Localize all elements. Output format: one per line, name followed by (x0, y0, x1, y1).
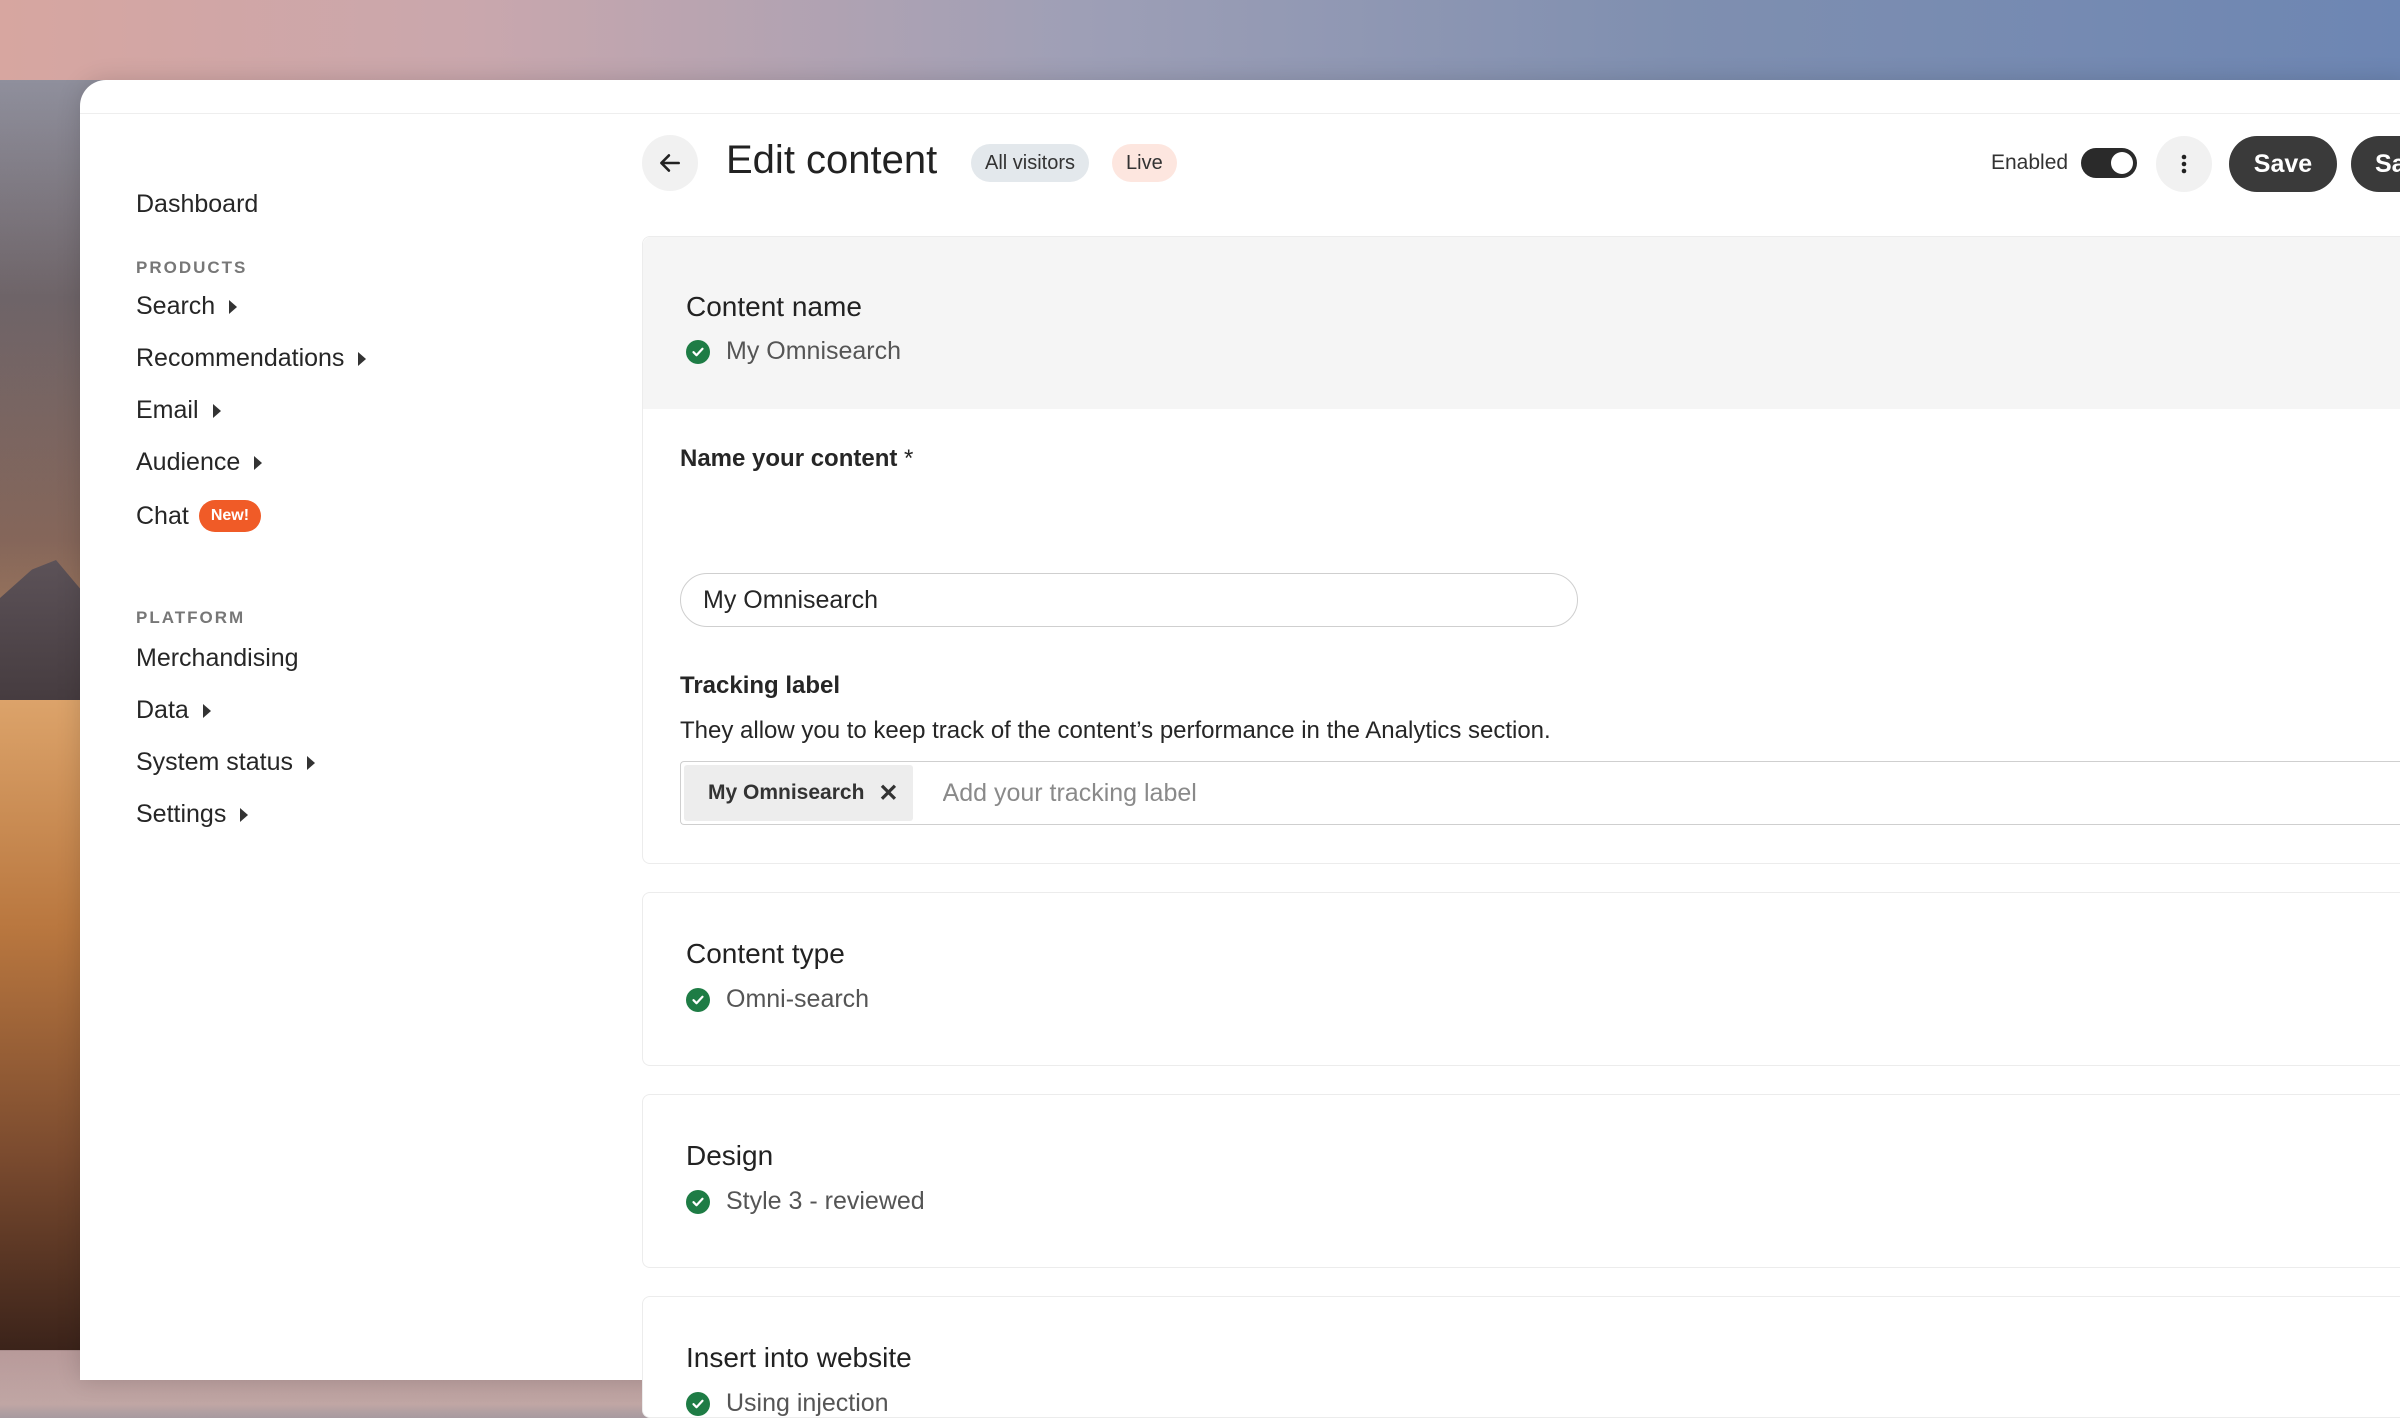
check-circle-icon (686, 987, 710, 1012)
audience-pill: All visitors (971, 144, 1090, 182)
caret-right-icon (307, 755, 315, 770)
desktop-wallpaper-dune (0, 700, 80, 1350)
more-vertical-icon (2181, 154, 2187, 174)
tracking-help-text: They allow you to keep track of the cont… (680, 717, 1551, 744)
caret-right-icon (229, 299, 238, 314)
caret-right-icon (254, 455, 263, 470)
more-options-button[interactable] (2156, 136, 2212, 192)
sidebar-item-label: Data (136, 696, 189, 724)
content-type-card[interactable]: Content type Omni-search (642, 892, 2400, 1066)
tracking-label-input[interactable] (940, 777, 2400, 809)
tracking-label-heading: Tracking label (680, 672, 841, 699)
insert-title: Insert into website (686, 1342, 912, 1373)
design-status: Style 3 - reviewed (686, 1187, 925, 1216)
sidebar-item-settings[interactable]: Settings (136, 800, 249, 829)
close-icon[interactable]: ✕ (878, 779, 898, 808)
content-name-summary[interactable]: Content name My Omnisearch (643, 237, 2400, 409)
desktop-wallpaper-sky (0, 0, 2400, 80)
content-type-status: Omni-search (686, 985, 869, 1014)
sidebar-item-label: Email (136, 396, 199, 424)
check-circle-icon (686, 1189, 710, 1214)
content-name-title: Content name (686, 291, 862, 322)
insert-card[interactable]: Insert into website Using injection (642, 1296, 2400, 1418)
sidebar-item-label: Merchandising (136, 644, 299, 672)
save-secondary-button[interactable]: Sa (2351, 136, 2400, 192)
app-window: Dashboard PRODUCTS Search Recommendation… (80, 80, 2400, 1418)
sidebar-item-audience[interactable]: Audience (136, 448, 263, 477)
save-button[interactable]: Save (2229, 136, 2337, 192)
sidebar-item-label: System status (136, 748, 293, 776)
content-type-title: Content type (686, 938, 845, 969)
check-circle-icon (686, 1391, 710, 1416)
top-divider (80, 113, 2400, 114)
caret-right-icon (240, 807, 249, 822)
tracking-label-field[interactable]: My Omnisearch ✕ (680, 761, 2400, 825)
content-name-input[interactable] (680, 573, 1578, 627)
check-circle-icon (686, 339, 710, 364)
sidebar-item-merchandising[interactable]: Merchandising (136, 644, 299, 673)
tracking-tag-chip: My Omnisearch ✕ (684, 765, 913, 821)
insert-value: Using injection (726, 1389, 889, 1417)
sidebar-item-system-status[interactable]: System status (136, 748, 315, 777)
page-title: Edit content (726, 138, 938, 182)
design-title: Design (686, 1140, 774, 1171)
sidebar-item-label: Chat (136, 501, 189, 530)
section-label-platform: PLATFORM (136, 608, 246, 627)
sidebar-item-data[interactable]: Data (136, 696, 211, 725)
sidebar-item-chat[interactable]: Chat New! (136, 500, 262, 532)
content-name-status: My Omnisearch (686, 337, 901, 366)
enabled-label: Enabled (1991, 151, 2069, 174)
design-card[interactable]: Design Style 3 - reviewed (642, 1094, 2400, 1268)
sidebar-item-label: Search (136, 292, 216, 320)
required-mark: * (904, 445, 914, 472)
sidebar-item-label: Settings (136, 800, 227, 828)
new-badge: New! (198, 500, 262, 532)
content-name-value: My Omnisearch (726, 337, 902, 365)
caret-right-icon (202, 703, 211, 718)
sidebar-item-search[interactable]: Search (136, 292, 238, 321)
section-label-products: PRODUCTS (136, 258, 248, 277)
status-badge: Live (1112, 144, 1177, 182)
sidebar-item-email[interactable]: Email (136, 396, 221, 425)
content-name-card: Content name My Omnisearch Name your con… (642, 236, 2400, 864)
sidebar-item-label: Dashboard (136, 190, 259, 218)
enabled-toggle[interactable] (2081, 148, 2137, 178)
name-content-label: Name your content * (680, 445, 913, 473)
sidebar-item-label: Recommendations (136, 344, 345, 372)
name-content-label-text: Name your content (680, 445, 898, 472)
caret-right-icon (212, 403, 221, 418)
toggle-knob (2111, 152, 2133, 174)
sidebar-item-dashboard[interactable]: Dashboard (136, 190, 258, 219)
sidebar-item-recommendations[interactable]: Recommendations (136, 344, 367, 373)
design-value: Style 3 - reviewed (726, 1187, 925, 1215)
insert-status: Using injection (686, 1389, 889, 1418)
back-button[interactable] (642, 135, 698, 191)
caret-right-icon (358, 351, 367, 366)
sidebar-item-label: Audience (136, 448, 241, 476)
content-type-value: Omni-search (726, 985, 870, 1013)
tracking-tag-label: My Omnisearch (708, 781, 865, 804)
arrow-left-icon (660, 154, 680, 172)
